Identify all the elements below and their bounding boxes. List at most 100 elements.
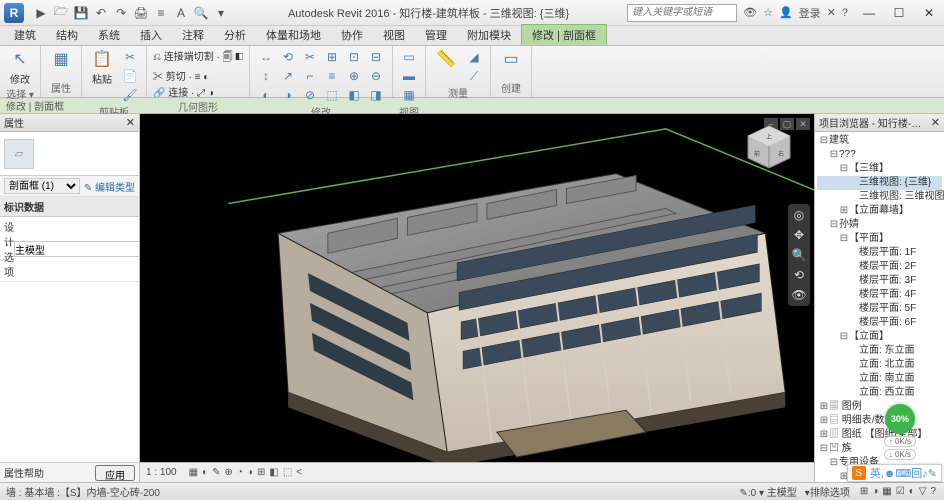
ribbon-tab[interactable]: 视图 <box>373 25 415 45</box>
ribbon-grid-button[interactable]: ⊕ <box>344 67 364 85</box>
ime-logo-icon[interactable]: S <box>852 466 866 480</box>
qat-button-0[interactable]: ▶ <box>32 4 50 22</box>
tree-node[interactable]: 楼层平面: 2F <box>817 260 942 274</box>
app-icon[interactable]: R <box>4 3 24 23</box>
tree-node[interactable]: 楼层平面: 6F <box>817 316 942 330</box>
view-control-button[interactable]: ⊕ <box>224 467 232 478</box>
tree-node[interactable]: ⊞▥ 图纸 【图纸/全部】 <box>817 428 942 442</box>
view-control-button[interactable]: ⬚ <box>283 467 292 478</box>
ribbon-button[interactable]: ↖修改 <box>6 48 34 86</box>
view-control-button[interactable]: ⊞ <box>257 467 265 478</box>
ribbon-tab[interactable]: 分析 <box>214 25 256 45</box>
pan-icon[interactable]: ✥ <box>794 228 804 242</box>
statusbar-icon[interactable]: ☑ <box>896 486 905 497</box>
qat-button-5[interactable]: 🖨 <box>132 4 150 22</box>
ribbon-tab[interactable]: 管理 <box>415 25 457 45</box>
ribbon-tab[interactable]: 结构 <box>46 25 88 45</box>
tree-node[interactable]: 楼层平面: 5F <box>817 302 942 316</box>
ime-button[interactable]: ✎ <box>928 468 937 480</box>
qat-button-6[interactable]: ≡ <box>152 4 170 22</box>
tree-node[interactable]: ⊟建筑 <box>817 134 942 148</box>
tree-node[interactable]: 立面: 北立面 <box>817 358 942 372</box>
tree-node[interactable]: 三维视图: 三维视图 1 <box>817 190 942 204</box>
qat-button-4[interactable]: ↷ <box>112 4 130 22</box>
edit-type-link[interactable]: ✎ 编辑类型 <box>84 179 135 194</box>
tree-node[interactable]: 楼层平面: 1F <box>817 246 942 260</box>
statusbar-icon[interactable]: ◑ <box>872 486 878 497</box>
ribbon-small-button[interactable]: ▬ <box>399 67 419 85</box>
statusbar-icon[interactable]: ▽ <box>919 486 927 497</box>
apply-button[interactable]: 应用 <box>95 465 135 481</box>
tree-node[interactable]: 立面: 东立面 <box>817 344 942 358</box>
qat-button-8[interactable]: 🔍 <box>192 4 210 22</box>
ribbon-small-button[interactable]: ✂ <box>120 48 140 66</box>
tree-node[interactable]: ⊟凹 族 <box>817 442 942 456</box>
ribbon-grid-button[interactable]: ⊞ <box>322 48 342 66</box>
ribbon-grid-button[interactable]: ⊡ <box>344 48 364 66</box>
qat-button-3[interactable]: ↶ <box>92 4 110 22</box>
ribbon-grid-button[interactable]: ↕ <box>256 67 276 85</box>
view-control-button[interactable]: < <box>296 467 302 478</box>
view-control-button[interactable]: ◑ <box>247 467 253 478</box>
statusbar-icon[interactable]: ? <box>930 486 936 497</box>
browser-close-icon[interactable]: ✕ <box>931 116 940 129</box>
ribbon-small-button[interactable]: ◢ <box>464 48 484 66</box>
lookaround-icon[interactable]: 👁 <box>791 288 806 302</box>
tree-node[interactable]: ⊞▦ 图例 <box>817 400 942 414</box>
ribbon-small-button[interactable]: ▭ <box>399 48 419 66</box>
tree-node[interactable]: 楼层平面: 3F <box>817 274 942 288</box>
view-control-button[interactable]: ◔ <box>237 467 243 478</box>
ribbon-small-button[interactable]: 📄 <box>120 67 140 85</box>
ribbon-button[interactable]: 📏 <box>432 48 460 71</box>
type-selector[interactable]: 剖面框 (1) <box>4 178 80 194</box>
view-cube[interactable]: 上 前 右 <box>744 122 794 172</box>
tree-node[interactable]: 立面: 南立面 <box>817 372 942 386</box>
minimize-button[interactable]: — <box>854 3 884 23</box>
vp-close-icon[interactable]: ✕ <box>796 118 810 130</box>
status-mid[interactable]: ✎:0 ▾ 主模型 <box>740 484 797 499</box>
qat-button-7[interactable]: A <box>172 4 190 22</box>
tree-node[interactable]: ⊟【三维】 <box>817 162 942 176</box>
ribbon-grid-button[interactable]: ↔ <box>256 48 276 66</box>
qat-button-1[interactable]: 🗁 <box>52 4 70 22</box>
ribbon-tab[interactable]: 建筑 <box>4 25 46 45</box>
maximize-button[interactable]: ☐ <box>884 3 914 23</box>
tree-node[interactable]: 三维视图: {三维} <box>817 176 942 190</box>
tree-node[interactable]: ⊟【立面】 <box>817 330 942 344</box>
view-control-button[interactable]: ✎ <box>212 467 220 478</box>
property-row[interactable]: 设计选项 <box>0 217 139 282</box>
tree-node[interactable]: ⊟孙婧 <box>817 218 942 232</box>
tree-node[interactable]: 立面: 西立面 <box>817 386 942 400</box>
zoom-icon[interactable]: 🔍 <box>792 248 807 262</box>
view-control-button[interactable]: ▦ <box>189 467 198 478</box>
ime-button[interactable]: 英 <box>870 468 881 480</box>
tree-node[interactable]: 楼层平面: 4F <box>817 288 942 302</box>
qat-button-2[interactable]: 💾 <box>72 4 90 22</box>
ribbon-grid-button[interactable]: ◐ <box>256 86 276 104</box>
ribbon-grid-button[interactable]: ◧ <box>344 86 364 104</box>
ribbon-grid-button[interactable]: ◑ <box>278 86 298 104</box>
ribbon-button[interactable]: ▭ <box>497 48 525 71</box>
exchange-icon[interactable]: ✕ <box>827 6 836 19</box>
ribbon-tab[interactable]: 体量和场地 <box>256 25 331 45</box>
tree-node[interactable]: ⊞▤ 明细表/数量 <box>817 414 942 428</box>
ribbon-tab[interactable]: 插入 <box>130 25 172 45</box>
ribbon-tab[interactable]: 系统 <box>88 25 130 45</box>
tree-node[interactable]: ⊟??? <box>817 148 942 162</box>
identity-data-section[interactable]: 标识数据 <box>0 197 139 217</box>
view-control-button[interactable]: ◐ <box>202 467 208 478</box>
filter-dropdown[interactable]: ▾排除选项 <box>805 484 850 499</box>
ribbon-grid-button[interactable]: ⊟ <box>366 48 386 66</box>
ribbon-row[interactable]: ✂ 剪切 · ≡ ◐ <box>153 68 243 83</box>
ribbon-grid-button[interactable]: ⊘ <box>300 86 320 104</box>
ribbon-tab[interactable]: 附加模块 <box>457 25 521 45</box>
close-button[interactable]: ✕ <box>914 3 944 23</box>
ribbon-grid-button[interactable]: ⬚ <box>322 86 342 104</box>
steering-wheel-icon[interactable]: ◎ <box>794 208 804 222</box>
statusbar-icon[interactable]: ◐ <box>909 486 915 497</box>
infocenter-icon[interactable]: 👁 <box>743 6 757 19</box>
ime-button[interactable]: 回 <box>911 468 922 480</box>
ribbon-tab[interactable]: 修改 | 剖面框 <box>521 24 607 45</box>
ribbon-grid-button[interactable]: ⟲ <box>278 48 298 66</box>
qat-button-9[interactable]: ▾ <box>212 4 230 22</box>
